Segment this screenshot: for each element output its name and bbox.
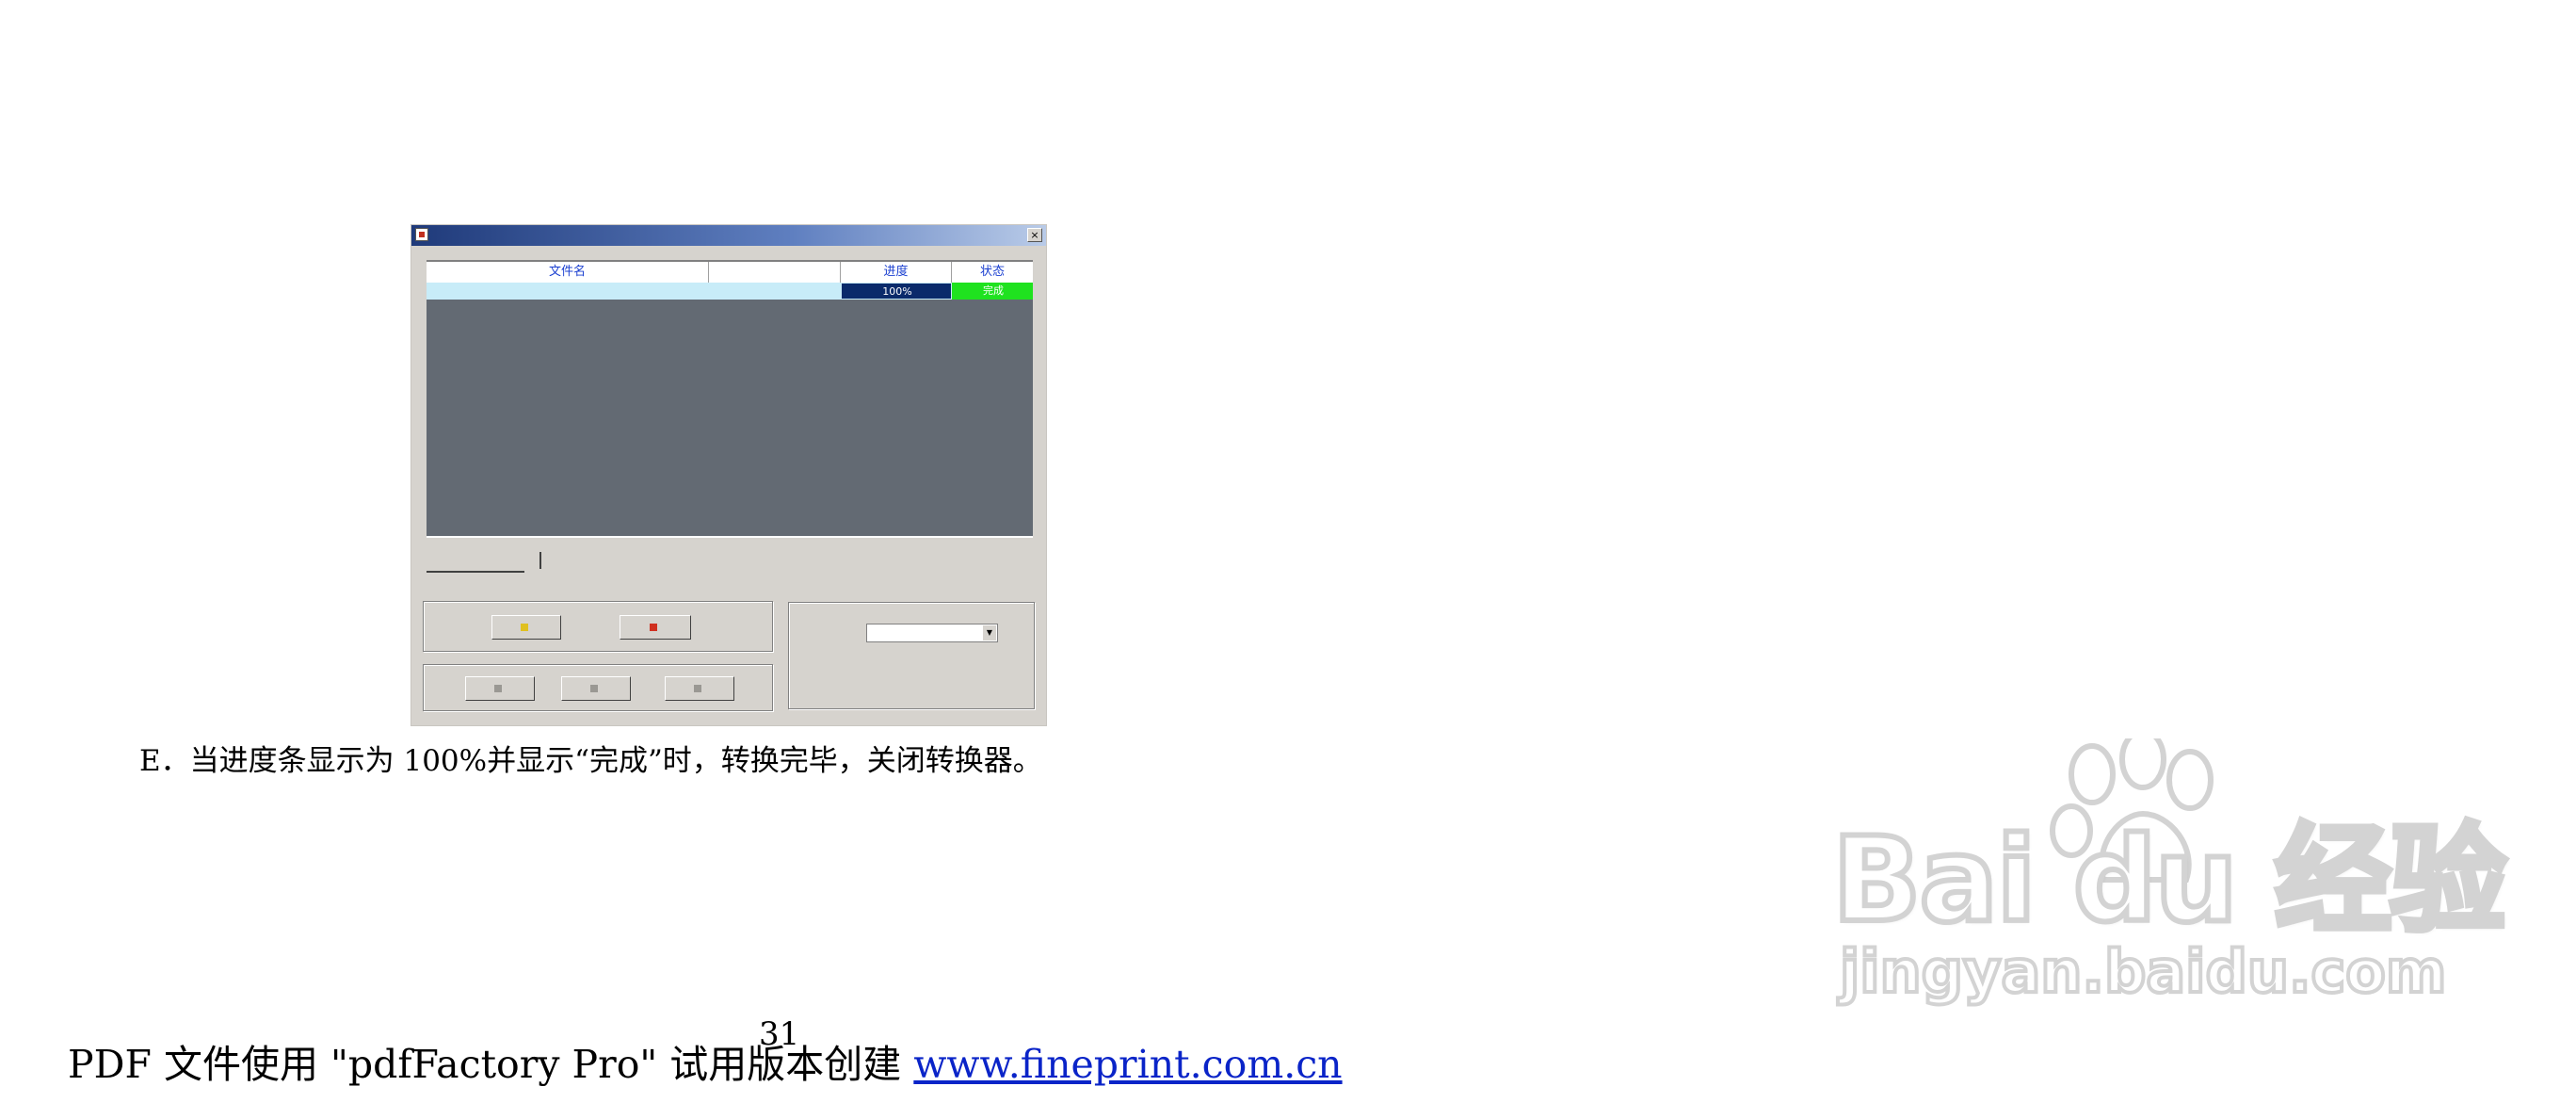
column-header-progress[interactable]: 进度 bbox=[841, 262, 952, 283]
table-row[interactable]: 100% 完成 bbox=[427, 283, 1033, 300]
footer-link[interactable]: www.fineprint.com.cn bbox=[913, 1042, 1342, 1087]
file-list-header: 文件名 进度 状态 bbox=[427, 260, 1033, 283]
row-progress-bar: 100% bbox=[841, 283, 952, 300]
close-button[interactable]: × bbox=[1027, 228, 1042, 242]
options-group bbox=[423, 664, 773, 711]
step-caption: E．当进度条显示为 100%并显示“完成”时，转换完毕，关闭转换器。 bbox=[139, 744, 1042, 778]
footer-text: PDF 文件使用 "pdfFactory Pro" 试用版本创建 bbox=[68, 1042, 914, 1087]
option-2-icon bbox=[590, 685, 598, 692]
column-header-status[interactable]: 状态 bbox=[952, 262, 1033, 283]
baidu-watermark: Bai du 经验 jingyan.baidu.com bbox=[1829, 738, 2509, 1030]
app-icon bbox=[415, 228, 428, 241]
stop-button[interactable] bbox=[620, 615, 691, 640]
option-3-icon bbox=[694, 685, 701, 692]
option-button-3[interactable] bbox=[665, 676, 734, 701]
pdf-footer: PDF 文件使用 "pdfFactory Pro" 试用版本创建 www.fin… bbox=[68, 1040, 1343, 1089]
settings-group: ▼ bbox=[788, 602, 1035, 709]
watermark-brand: Bai du 经验 bbox=[1829, 813, 2509, 949]
watermark-url: jingyan.baidu.com bbox=[1838, 935, 2448, 1008]
chevron-down-icon[interactable]: ▼ bbox=[983, 625, 996, 641]
document-page: × 文件名 进度 状态 100% 完成 ▼ E．当进度条显示为 100%并显示“… bbox=[0, 0, 2576, 1119]
tab-bar bbox=[427, 550, 1033, 575]
control-group bbox=[423, 601, 773, 652]
option-1-icon bbox=[494, 685, 502, 692]
row-size bbox=[709, 283, 841, 300]
format-select[interactable]: ▼ bbox=[866, 624, 998, 642]
start-button[interactable] bbox=[491, 615, 561, 640]
tab-1[interactable] bbox=[427, 550, 524, 573]
row-filename bbox=[427, 283, 709, 300]
option-button-2[interactable] bbox=[561, 676, 631, 701]
column-header-size[interactable] bbox=[709, 262, 841, 283]
row-status-badge: 完成 bbox=[952, 283, 1033, 300]
tab-divider bbox=[539, 552, 541, 569]
file-list-empty-area[interactable] bbox=[427, 300, 1033, 538]
column-header-filename[interactable]: 文件名 bbox=[427, 262, 709, 283]
option-button-1[interactable] bbox=[465, 676, 535, 701]
start-icon bbox=[521, 624, 528, 631]
window-titlebar: × bbox=[411, 225, 1046, 246]
stop-icon bbox=[650, 624, 657, 631]
converter-window-screenshot: × 文件名 进度 状态 100% 完成 ▼ bbox=[411, 225, 1046, 725]
